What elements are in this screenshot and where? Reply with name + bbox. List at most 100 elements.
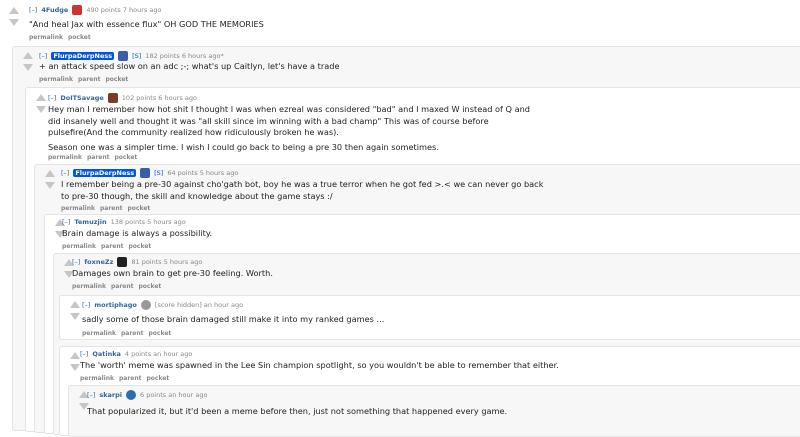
- upvote-arrow-icon[interactable]: [9, 7, 19, 14]
- downvote-arrow-icon[interactable]: [70, 313, 80, 320]
- comment-0: [–] 4Fudge 490 points 7 hours ago "And h…: [0, 0, 800, 41]
- pocket-button[interactable]: pocket: [106, 76, 129, 83]
- flair-icon: [126, 390, 136, 400]
- comment-line: Season one was a simpler time. I wish I …: [48, 141, 439, 152]
- vote-arrows: [36, 94, 48, 113]
- downvote-arrow-icon[interactable]: [9, 19, 19, 26]
- collapse-toggle[interactable]: [–]: [62, 218, 70, 226]
- comment-author[interactable]: FlurpaDerpNess: [73, 169, 137, 177]
- comment-author[interactable]: FlurpaDerpNess: [51, 52, 115, 60]
- comment-buttons: permalink parent pocket: [61, 205, 150, 212]
- comment-score-time: 4 points an hour ago: [124, 350, 193, 358]
- permalink-button[interactable]: permalink: [29, 34, 63, 41]
- collapse-toggle[interactable]: [–]: [48, 94, 56, 102]
- comment-author[interactable]: Qatinka: [92, 350, 121, 358]
- downvote-arrow-icon[interactable]: [36, 106, 46, 113]
- permalink-button[interactable]: permalink: [62, 243, 96, 250]
- pocket-button[interactable]: pocket: [147, 375, 170, 382]
- vote-arrows: [9, 7, 21, 26]
- comment-tagline: [–] DoITSavage 102 points 6 hours ago: [48, 93, 197, 103]
- comment-tagline: [–] Temuzjin 138 points 5 hours ago: [62, 218, 186, 226]
- comment-1: [–] FlurpaDerpNess [S] 182 points 6 hour…: [12, 46, 800, 437]
- upvote-arrow-icon[interactable]: [45, 170, 55, 177]
- comment-buttons: permalink parent pocket: [80, 375, 169, 382]
- pocket-button[interactable]: pocket: [128, 205, 151, 212]
- permalink-button[interactable]: permalink: [48, 154, 82, 161]
- vote-arrows: [70, 301, 82, 320]
- comment-author[interactable]: Temuzjin: [74, 218, 106, 226]
- vote-arrows: [23, 52, 35, 71]
- comment-line: did insanely well and thought it was "al…: [48, 115, 489, 126]
- permalink-button[interactable]: permalink: [82, 330, 116, 337]
- pocket-button[interactable]: pocket: [149, 330, 172, 337]
- comment-score-time: 64 points 5 hours ago: [167, 169, 239, 177]
- comment-8: [–] skarpi 6 points an hour ago That pop…: [68, 385, 800, 437]
- permalink-button[interactable]: permalink: [61, 205, 95, 212]
- upvote-arrow-icon[interactable]: [36, 94, 46, 101]
- comment-tagline: [–] FlurpaDerpNess [S] 182 points 6 hour…: [39, 51, 224, 61]
- comment-4: [–] Temuzjin 138 points 5 hours ago Brai…: [44, 214, 800, 437]
- comment-author[interactable]: 4Fudge: [41, 6, 68, 14]
- comment-author[interactable]: foxneZz: [84, 258, 113, 266]
- collapse-toggle[interactable]: [–]: [80, 350, 88, 358]
- comment-body: sadly some of those brain damaged still …: [82, 314, 384, 326]
- collapse-toggle[interactable]: [–]: [72, 258, 80, 266]
- parent-button[interactable]: parent: [87, 154, 110, 161]
- comment-body: Damages own brain to get pre-30 feeling.…: [72, 268, 273, 280]
- comment-score-time: 102 points 6 hours ago: [121, 94, 197, 102]
- collapse-toggle[interactable]: [–]: [61, 169, 69, 177]
- pocket-button[interactable]: pocket: [115, 154, 138, 161]
- upvote-arrow-icon[interactable]: [70, 352, 80, 359]
- collapse-toggle[interactable]: [–]: [39, 52, 47, 60]
- comment-tagline: [–] skarpi 6 points an hour ago: [87, 390, 207, 400]
- collapse-toggle[interactable]: [–]: [82, 301, 90, 309]
- comment-2: [–] DoITSavage 102 points 6 hours ago He…: [25, 87, 800, 437]
- parent-button[interactable]: parent: [111, 283, 134, 290]
- comment-line: + an attack speed slow on an adc ;-; wha…: [39, 61, 340, 71]
- flair-icon: [117, 257, 128, 267]
- parent-button[interactable]: parent: [100, 205, 123, 212]
- downvote-arrow-icon[interactable]: [23, 64, 33, 71]
- downvote-arrow-icon[interactable]: [45, 182, 55, 189]
- comment-line: to pre-30 though, the skill and knowledg…: [61, 190, 333, 201]
- submitter-tag: [S]: [132, 52, 142, 60]
- comment-buttons: permalink parent pocket: [72, 283, 161, 290]
- collapse-toggle[interactable]: [–]: [87, 391, 95, 399]
- upvote-arrow-icon[interactable]: [70, 301, 80, 308]
- flair-icon: [140, 168, 151, 178]
- permalink-button[interactable]: permalink: [39, 76, 73, 83]
- submitter-tag: [S]: [154, 169, 164, 177]
- comment-body: The 'worth' meme was spawned in the Lee …: [80, 360, 559, 372]
- collapse-toggle[interactable]: [–]: [29, 6, 37, 14]
- flair-icon: [118, 51, 129, 61]
- comment-author[interactable]: skarpi: [99, 391, 122, 399]
- comment-3: [–] FlurpaDerpNess [S] 64 points 5 hours…: [34, 164, 800, 437]
- comment-tagline: [–] 4Fudge 490 points 7 hours ago: [29, 5, 161, 15]
- comment-line: The 'worth' meme was spawned in the Lee …: [80, 360, 559, 370]
- comment-body: + an attack speed slow on an adc ;-; wha…: [39, 61, 340, 73]
- parent-button[interactable]: parent: [119, 375, 142, 382]
- comment-line: Brain damage is always a possibility.: [62, 228, 213, 238]
- comment-score-time: 81 points 5 hours ago: [131, 258, 203, 266]
- parent-button[interactable]: parent: [101, 243, 124, 250]
- downvote-arrow-icon[interactable]: [70, 364, 80, 371]
- comment-5: [–] foxneZz 81 points 5 hours ago Damage…: [53, 253, 800, 437]
- permalink-button[interactable]: permalink: [80, 375, 114, 382]
- comment-author[interactable]: mortiphago: [94, 301, 137, 309]
- comment-buttons: permalink parent pocket: [82, 330, 171, 337]
- upvote-arrow-icon[interactable]: [23, 52, 33, 59]
- flair-icon: [107, 93, 118, 103]
- pocket-button[interactable]: pocket: [129, 243, 152, 250]
- parent-button[interactable]: parent: [121, 330, 144, 337]
- comment-score-time: 138 points 5 hours ago: [110, 218, 186, 226]
- comment-line: "And heal Jax with essence flux" OH GOD …: [29, 19, 264, 29]
- comment-line: Hey man I remember how hot shit I though…: [48, 104, 530, 114]
- pocket-button[interactable]: pocket: [68, 34, 91, 41]
- flair-icon: [72, 5, 83, 15]
- parent-button[interactable]: parent: [78, 76, 101, 83]
- pocket-button[interactable]: pocket: [139, 283, 162, 290]
- comment-author[interactable]: DoITSavage: [60, 94, 103, 102]
- permalink-button[interactable]: permalink: [72, 283, 106, 290]
- comment-score-time: [score hidden] an hour ago: [154, 301, 244, 309]
- comment-line: pulsefire(And the community realized how…: [48, 127, 339, 137]
